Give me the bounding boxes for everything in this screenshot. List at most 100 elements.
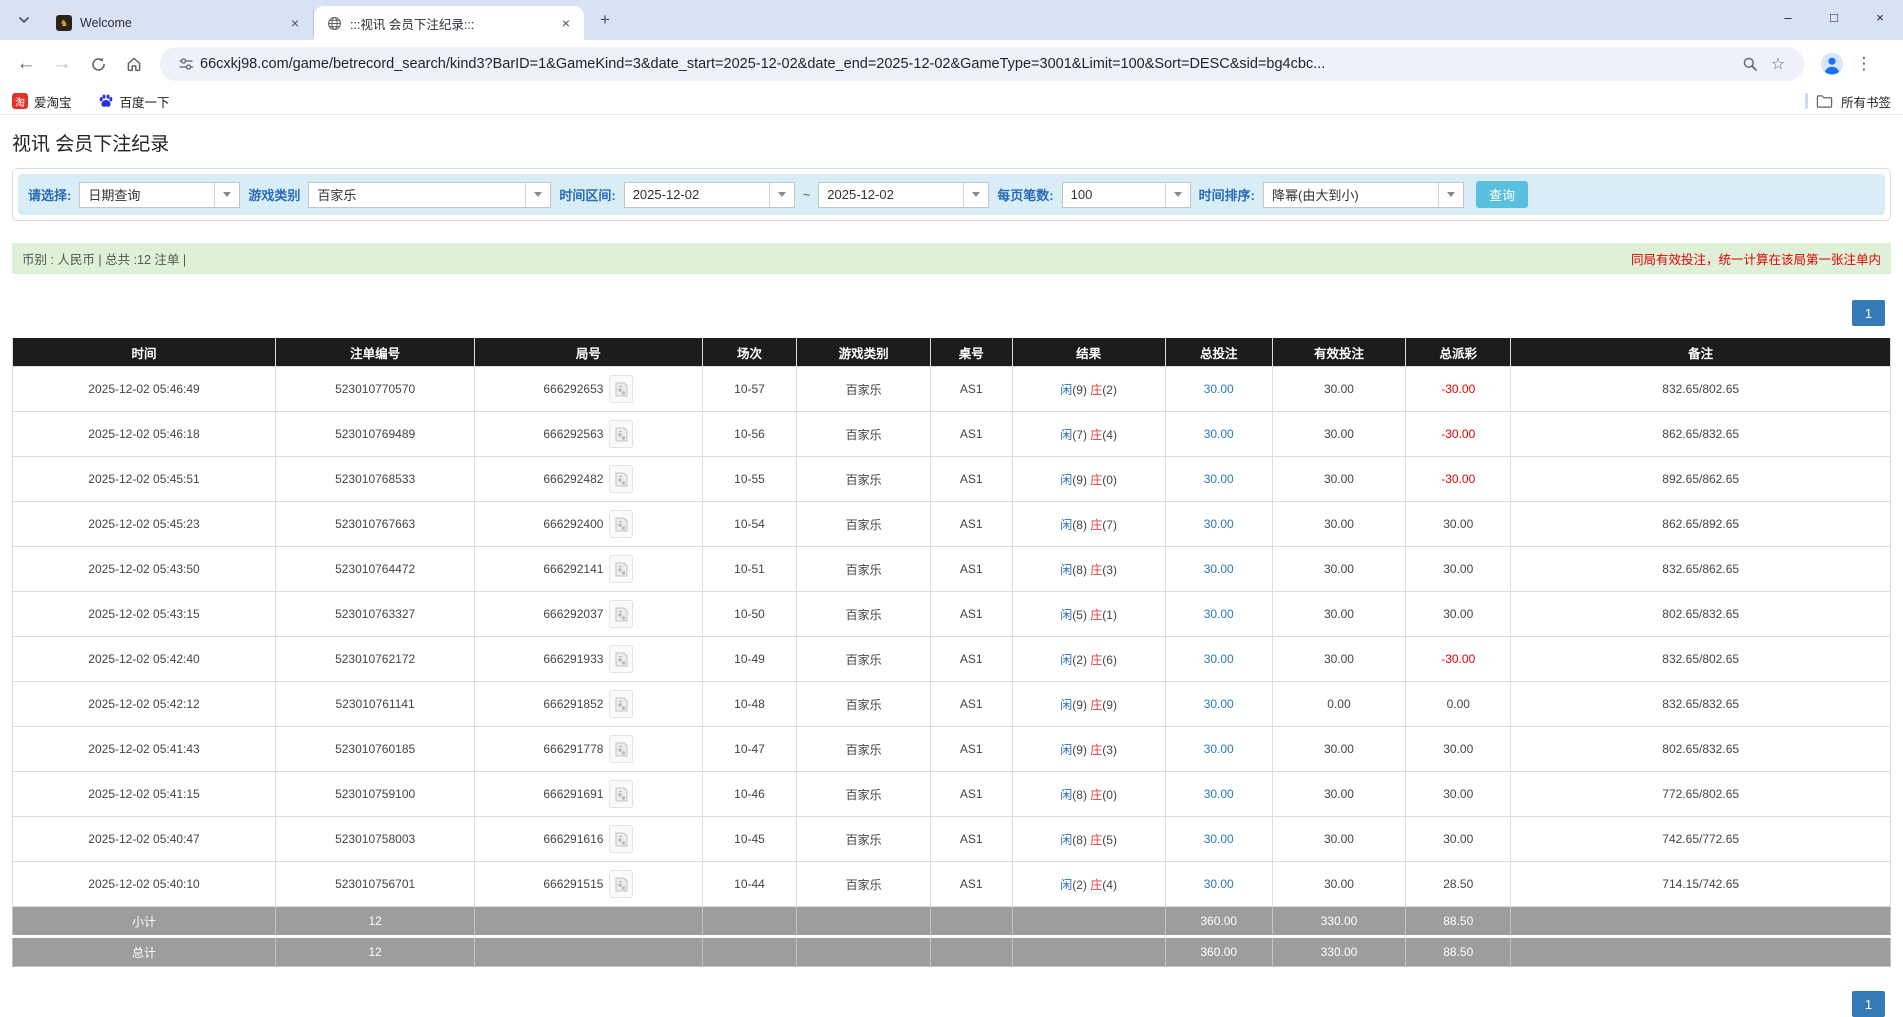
player-label: 闲: [1060, 383, 1072, 397]
total-bet-link[interactable]: 30.00: [1204, 517, 1234, 531]
video-replay-icon[interactable]: [609, 420, 633, 448]
new-tab-button[interactable]: +: [592, 7, 618, 33]
cell-total-bet[interactable]: 30.00: [1165, 502, 1272, 547]
cell-total-bet[interactable]: 30.00: [1165, 727, 1272, 772]
column-header: 游戏类别: [797, 338, 930, 367]
cell-remark: 892.65/862.65: [1511, 457, 1891, 502]
tab-close-icon[interactable]: ×: [558, 15, 574, 31]
bet-record-row: 2025-12-02 05:43:15523010763327666292037…: [13, 592, 1891, 637]
cell-result: 闲(9) 庄(0): [1012, 457, 1165, 502]
page-number-button[interactable]: 1: [1852, 991, 1885, 1017]
cell-total-bet[interactable]: 30.00: [1165, 772, 1272, 817]
date-end-value[interactable]: 2025-12-02: [819, 183, 963, 207]
sort-value[interactable]: 降幂(由大到小): [1264, 183, 1438, 207]
bookmark-baidu[interactable]: 百度一下: [98, 92, 170, 111]
cell-total-bet[interactable]: 30.00: [1165, 367, 1272, 412]
chevron-down-icon[interactable]: [1438, 183, 1463, 207]
cell-total-bet[interactable]: 30.00: [1165, 412, 1272, 457]
total-bet-link[interactable]: 30.00: [1204, 382, 1234, 396]
total-bet-link[interactable]: 30.00: [1204, 787, 1234, 801]
cell-result: 闲(5) 庄(1): [1012, 592, 1165, 637]
bet-record-row: 2025-12-02 05:42:12523010761141666291852…: [13, 682, 1891, 727]
total-bet-link[interactable]: 30.00: [1204, 607, 1234, 621]
banker-label: 庄: [1090, 428, 1102, 442]
page-size-value[interactable]: 100: [1063, 183, 1165, 207]
page-number-button[interactable]: 1: [1852, 300, 1885, 326]
minimize-button[interactable]: –: [1765, 0, 1811, 34]
page-size-combobox[interactable]: 100: [1062, 182, 1191, 208]
bookmark-aitaobao[interactable]: 淘 爱淘宝: [12, 92, 72, 111]
cell-total-bet[interactable]: 30.00: [1165, 457, 1272, 502]
profile-avatar-icon[interactable]: [1820, 52, 1844, 76]
chevron-down-icon[interactable]: [525, 183, 550, 207]
site-info-icon[interactable]: [172, 50, 200, 78]
column-header: 桌号: [930, 338, 1012, 367]
chevron-down-icon[interactable]: [963, 183, 988, 207]
home-icon[interactable]: [118, 48, 150, 80]
tab-search-chevron-icon[interactable]: [10, 6, 38, 34]
cell-total-bet[interactable]: 30.00: [1165, 862, 1272, 907]
video-replay-icon[interactable]: [609, 825, 633, 853]
total-bet-link[interactable]: 30.00: [1204, 562, 1234, 576]
banker-label: 庄: [1090, 518, 1102, 532]
reload-icon[interactable]: [82, 48, 114, 80]
total-bet-link[interactable]: 30.00: [1204, 697, 1234, 711]
video-replay-icon[interactable]: [609, 735, 633, 763]
video-replay-icon[interactable]: [609, 690, 633, 718]
cell-table-number: AS1: [930, 592, 1012, 637]
total-bet-link[interactable]: 30.00: [1204, 472, 1234, 486]
column-header: 场次: [702, 338, 797, 367]
video-replay-icon[interactable]: [609, 870, 633, 898]
tab-strip: ♞ Welcome × :::视讯 会员下注纪录::: × + – □ ×: [0, 0, 1903, 40]
player-label: 闲: [1060, 698, 1072, 712]
date-start-value[interactable]: 2025-12-02: [625, 183, 769, 207]
total-bet-link[interactable]: 30.00: [1204, 427, 1234, 441]
cell-total-bet[interactable]: 30.00: [1165, 682, 1272, 727]
date-start-combobox[interactable]: 2025-12-02: [624, 182, 795, 208]
chevron-down-icon[interactable]: [1165, 183, 1190, 207]
cell-total-bet[interactable]: 30.00: [1165, 547, 1272, 592]
tab-bet-record[interactable]: :::视讯 会员下注纪录::: ×: [314, 6, 584, 40]
query-type-value[interactable]: 日期查询: [80, 183, 214, 207]
tab-welcome[interactable]: ♞ Welcome ×: [44, 10, 314, 36]
maximize-button[interactable]: □: [1811, 0, 1857, 34]
cell-total-bet[interactable]: 30.00: [1165, 592, 1272, 637]
back-icon[interactable]: ←: [10, 48, 42, 80]
browser-menu-icon[interactable]: ⋮: [1854, 54, 1874, 74]
sum-label: 小计: [13, 907, 276, 937]
video-replay-icon[interactable]: [609, 375, 633, 403]
cell-total-bet[interactable]: 30.00: [1165, 817, 1272, 862]
video-replay-icon[interactable]: [609, 600, 633, 628]
all-bookmarks[interactable]: 所有书签: [1805, 92, 1891, 111]
globe-icon: [326, 15, 342, 31]
tab-close-icon[interactable]: ×: [287, 15, 303, 31]
total-bet-link[interactable]: 30.00: [1204, 832, 1234, 846]
bookmark-star-icon[interactable]: ☆: [1764, 50, 1792, 78]
chevron-down-icon[interactable]: [214, 183, 239, 207]
address-bar[interactable]: 66cxkj98.com/game/betrecord_search/kind3…: [160, 47, 1804, 81]
video-replay-icon[interactable]: [609, 645, 633, 673]
query-type-combobox[interactable]: 日期查询: [79, 182, 240, 208]
cell-total-bet[interactable]: 30.00: [1165, 637, 1272, 682]
sort-combobox[interactable]: 降幂(由大到小): [1263, 182, 1464, 208]
total-bet-link[interactable]: 30.00: [1204, 652, 1234, 666]
chevron-down-icon[interactable]: [769, 183, 794, 207]
currency-total-text: 币别 : 人民币 | 总共 :12 注单 |: [22, 249, 186, 268]
total-bet-link[interactable]: 30.00: [1204, 877, 1234, 891]
video-replay-icon[interactable]: [609, 780, 633, 808]
url-text[interactable]: 66cxkj98.com/game/betrecord_search/kind3…: [200, 56, 1736, 72]
game-type-combobox[interactable]: 百家乐: [308, 182, 551, 208]
zoom-icon[interactable]: [1736, 50, 1764, 78]
close-window-button[interactable]: ×: [1857, 0, 1903, 34]
sum-empty-cell: [1012, 937, 1165, 967]
cell-time: 2025-12-02 05:45:23: [13, 502, 276, 547]
search-button[interactable]: 查询: [1476, 181, 1528, 208]
forward-icon[interactable]: →: [46, 48, 78, 80]
video-replay-icon[interactable]: [609, 555, 633, 583]
total-bet-link[interactable]: 30.00: [1204, 742, 1234, 756]
video-replay-icon[interactable]: [609, 510, 633, 538]
game-type-value[interactable]: 百家乐: [309, 183, 525, 207]
video-replay-icon[interactable]: [609, 465, 633, 493]
bet-record-row: 2025-12-02 05:40:10523010756701666291515…: [13, 862, 1891, 907]
date-end-combobox[interactable]: 2025-12-02: [818, 182, 989, 208]
